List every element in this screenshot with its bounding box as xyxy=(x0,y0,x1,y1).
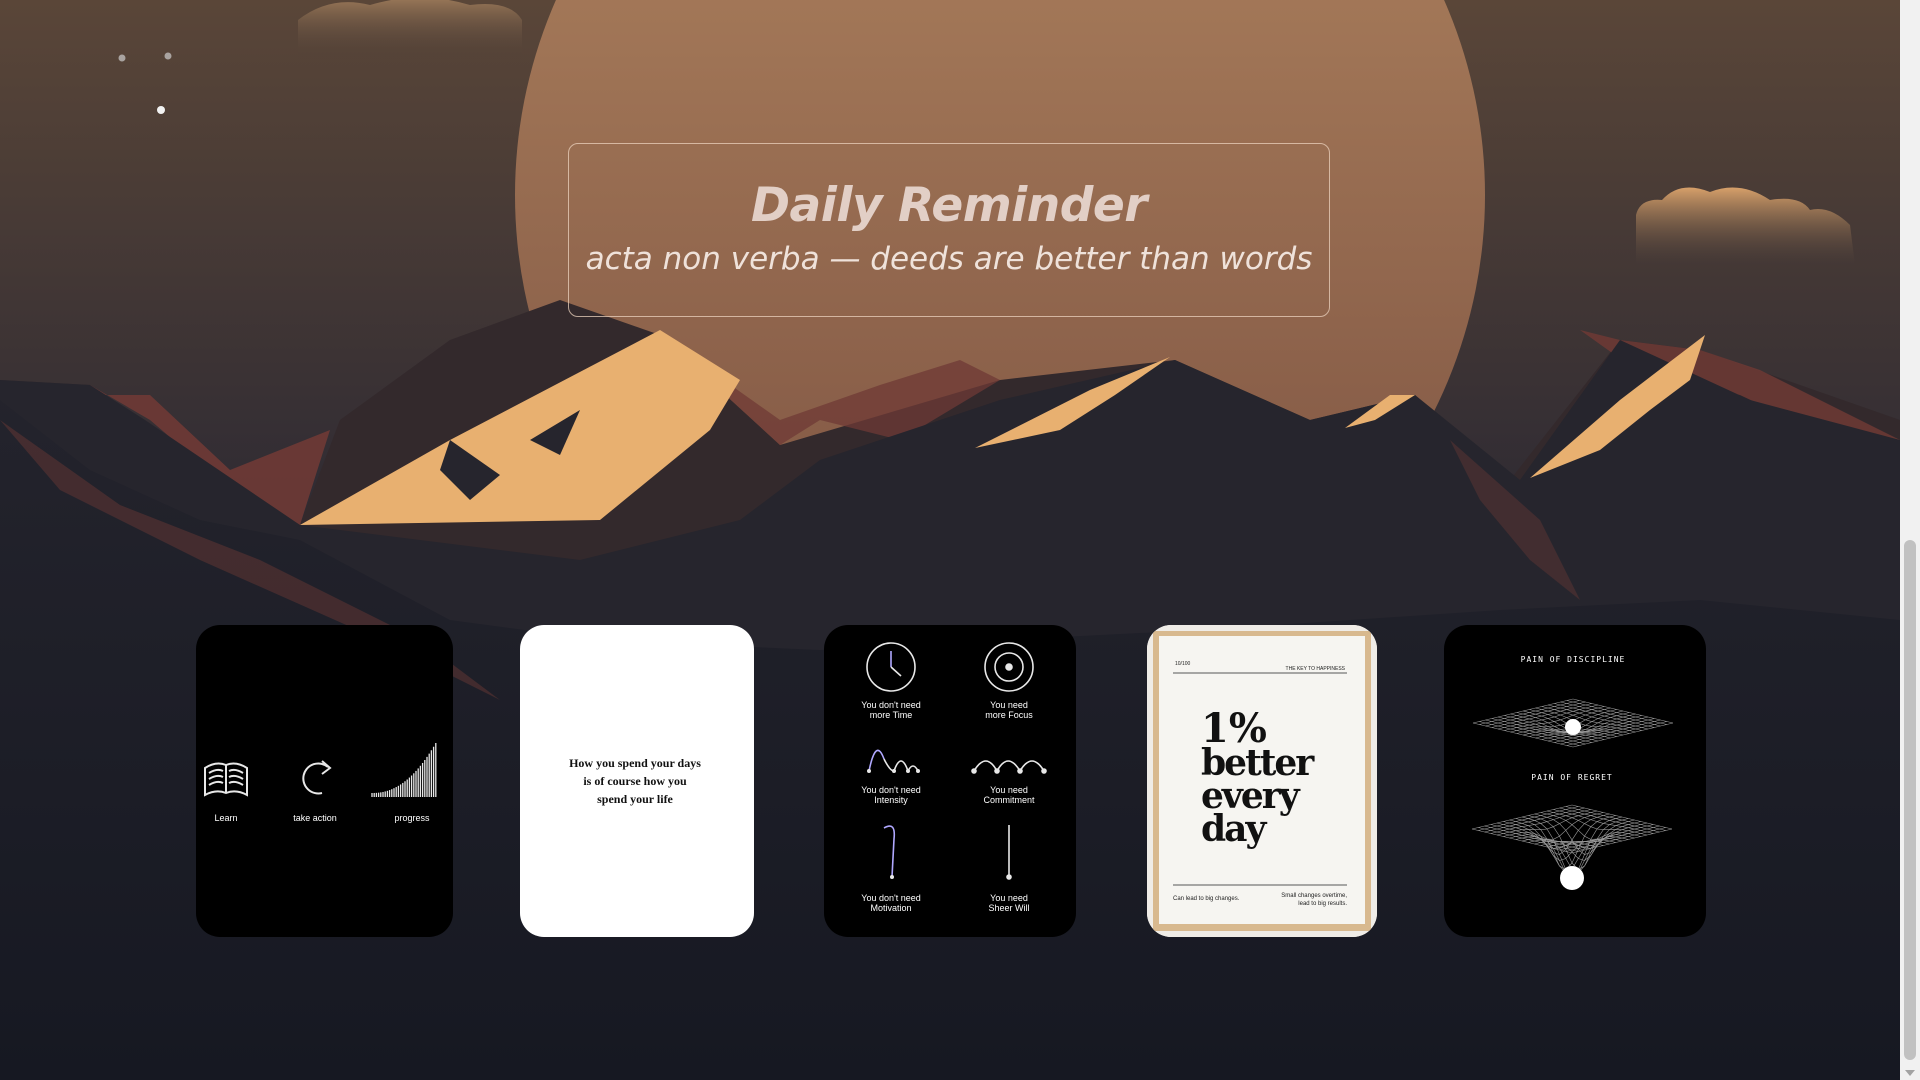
pain-of-discipline-label: PAIN OF DISCIPLINE xyxy=(1521,655,1626,664)
need-item-4-line-2: Commitment xyxy=(983,795,1035,805)
card-pain-discipline-regret[interactable]: PAIN OF DISCIPLINE PAIN OF REGRET xyxy=(1444,625,1706,937)
cloud xyxy=(298,0,522,60)
need-item-5-line-1: You don't need xyxy=(861,893,920,903)
progress-bars-icon xyxy=(371,743,437,797)
clock-icon xyxy=(866,642,916,692)
scroll-down-arrow-icon[interactable] xyxy=(1905,1070,1915,1076)
ball-large xyxy=(1560,866,1584,890)
reminder-title: Daily Reminder xyxy=(751,178,1147,233)
need-item-4-line-1: You need xyxy=(990,785,1028,795)
poster-footer-right-1: Small changes overtime, xyxy=(1281,893,1347,899)
need-item-6-line-2: Sheer Will xyxy=(988,903,1029,913)
poster-footer-right-2: lead to big results. xyxy=(1298,901,1347,907)
card-needs-grid[interactable]: You don't need more Time You need more F… xyxy=(824,625,1076,937)
poster-footer-left: Can lead to big changes. xyxy=(1173,896,1240,902)
poster-corner-right: THE KEY TO HAPPINESS xyxy=(1286,666,1346,672)
quote-line-2: is of course how you xyxy=(583,774,687,788)
reminder-subtitle: acta non verba — deeds are better than w… xyxy=(585,241,1313,277)
card-learn-action-progress[interactable]: Learn take action progress xyxy=(196,625,453,937)
bounce-icon xyxy=(867,749,920,774)
arches-icon xyxy=(971,760,1047,774)
need-item-6-line-1: You need xyxy=(990,893,1028,903)
need-item-5-line-2: Motivation xyxy=(870,903,911,913)
scrollbar-thumb[interactable] xyxy=(1904,540,1916,1060)
target-icon xyxy=(984,642,1034,692)
star xyxy=(157,106,165,114)
ball-small xyxy=(1565,719,1581,735)
need-item-1-line-2: more Time xyxy=(870,710,913,720)
daily-reminder-box: Daily Reminder acta non verba — deeds ar… xyxy=(568,143,1330,317)
hero-scene: Daily Reminder acta non verba — deeds ar… xyxy=(0,0,1900,1080)
refresh-icon xyxy=(302,760,332,795)
need-item-3-line-1: You don't need xyxy=(861,785,920,795)
poster-corner-left: 10/100 xyxy=(1175,661,1191,667)
need-item-2-line-1: You need xyxy=(990,700,1028,710)
card-label-progress: progress xyxy=(394,813,430,823)
need-item-2-line-2: more Focus xyxy=(985,710,1033,720)
quote-line-3: spend your life xyxy=(597,792,673,806)
poster-headline-4: day xyxy=(1201,808,1267,850)
line-icon xyxy=(1006,825,1012,880)
need-item-1-line-1: You don't need xyxy=(861,700,920,710)
quote-line-1: How you spend your days xyxy=(569,756,701,770)
star xyxy=(118,54,126,62)
page-scrollbar[interactable] xyxy=(1900,0,1920,1080)
cane-icon xyxy=(883,825,896,879)
book-icon xyxy=(204,762,248,797)
card-label-learn: Learn xyxy=(214,813,237,823)
card-label-take-action: take action xyxy=(293,813,337,823)
card-better-every-day[interactable]: 10/100 THE KEY TO HAPPINESS 1% better ev… xyxy=(1147,625,1377,937)
need-item-3-line-2: Intensity xyxy=(874,795,908,805)
star xyxy=(164,52,172,60)
pain-of-regret-label: PAIN OF REGRET xyxy=(1531,773,1612,782)
card-quote[interactable]: How you spend your days is of course how… xyxy=(520,625,754,937)
